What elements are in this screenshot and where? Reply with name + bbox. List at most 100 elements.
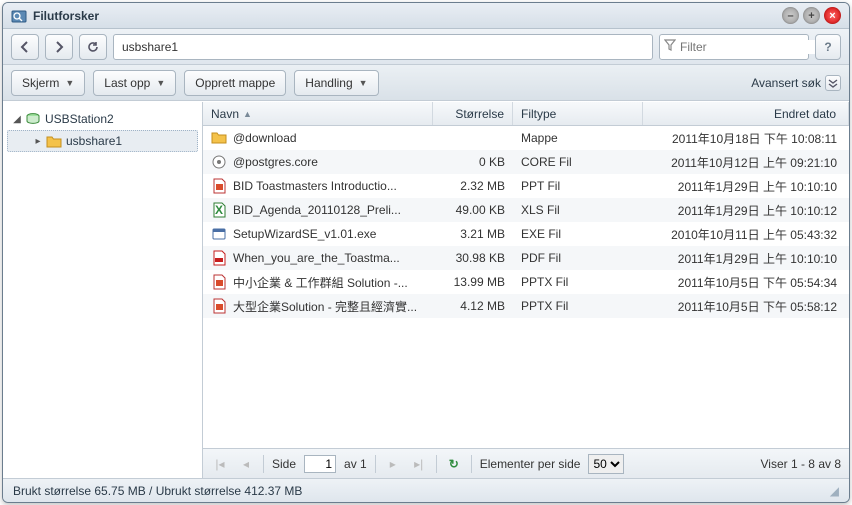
column-name[interactable]: Navn▲ <box>203 102 433 125</box>
pptx-icon <box>211 298 227 314</box>
collapse-icon[interactable]: ◢ <box>11 114 23 125</box>
table-row[interactable]: @postgres.core0 KBCORE Fil2011年10月12日 上午… <box>203 150 849 174</box>
filter-input[interactable] <box>680 40 835 54</box>
cell-date: 2011年1月29日 上午 10:10:10 <box>643 250 849 267</box>
cell-date: 2011年10月12日 上午 09:21:10 <box>643 154 849 171</box>
maximize-button[interactable]: + <box>803 7 820 24</box>
table-row[interactable]: SetupWizardSE_v1.01.exe3.21 MBEXE Fil201… <box>203 222 849 246</box>
pdf-icon <box>211 250 227 266</box>
statusbar: Brukt størrelse 65.75 MB / Ubrukt større… <box>3 478 849 502</box>
next-page-button[interactable]: ▸ <box>384 455 402 473</box>
prev-page-button[interactable]: ◂ <box>237 455 255 473</box>
file-list-panel: Navn▲ Størrelse Filtype Endret dato @dow… <box>203 102 849 478</box>
table-row[interactable]: BID Toastmasters Introductio...2.32 MBPP… <box>203 174 849 198</box>
folder-tree: ◢ USBStation2 ▸ usbshare1 <box>3 102 203 478</box>
first-page-button[interactable]: |◂ <box>211 455 229 473</box>
cell-size: 13.99 MB <box>433 275 513 289</box>
forward-button[interactable] <box>45 34 73 60</box>
filter-icon <box>664 39 680 54</box>
cell-date: 2011年1月29日 上午 10:10:12 <box>643 202 849 219</box>
pager: |◂ ◂ Side av 1 ▸ ▸| ↻ Elementer per side… <box>203 448 849 478</box>
caret-icon: ▼ <box>65 78 74 88</box>
titlebar: Filutforsker – + × <box>3 3 849 29</box>
tree-child-label: usbshare1 <box>66 134 122 148</box>
page-label: Side <box>272 457 296 471</box>
tree-root-label: USBStation2 <box>45 112 114 126</box>
ppt-icon <box>211 178 227 194</box>
cell-type: XLS Fil <box>513 203 643 217</box>
cell-type: PPTX Fil <box>513 299 643 313</box>
per-page-label: Elementer per side <box>480 457 581 471</box>
cell-size: 49.00 KB <box>433 203 513 217</box>
window-title: Filutforsker <box>33 9 778 23</box>
table-row[interactable]: X BID_Agenda_20110128_Preli... 49.00 KBXLS… <box>203 198 849 222</box>
path-input[interactable] <box>113 34 653 60</box>
cell-type: EXE Fil <box>513 227 643 241</box>
file-name: SetupWizardSE_v1.01.exe <box>233 227 376 241</box>
caret-icon: ▼ <box>156 78 165 88</box>
status-text: Brukt størrelse 65.75 MB / Ubrukt større… <box>13 484 302 498</box>
navbar: ? <box>3 29 849 65</box>
cell-date: 2011年10月5日 下午 05:54:34 <box>643 274 849 291</box>
resize-handle-icon[interactable]: ◢ <box>830 484 839 498</box>
table-row[interactable]: @download Mappe2011年10月18日 下午 10:08:11 <box>203 126 849 150</box>
last-page-button[interactable]: ▸| <box>410 455 428 473</box>
cell-type: CORE Fil <box>513 155 643 169</box>
folder-icon <box>211 130 227 146</box>
table-row[interactable]: 大型企業Solution - 完整且經濟實... 4.12 MBPPTX Fil2… <box>203 294 849 318</box>
upload-label: Last opp <box>104 76 150 90</box>
tree-child-selected[interactable]: ▸ usbshare1 <box>7 130 198 152</box>
folder-icon <box>46 134 62 148</box>
toolbar: Skjerm ▼ Last opp ▼ Opprett mappe Handling… <box>3 65 849 101</box>
cell-size: 2.32 MB <box>433 179 513 193</box>
file-name: BID_Agenda_20110128_Preli... <box>233 203 401 217</box>
per-page-select[interactable]: 50 <box>588 454 624 474</box>
upload-button[interactable]: Last opp ▼ <box>93 70 176 96</box>
cell-type: PPT Fil <box>513 179 643 193</box>
cell-name: X BID_Agenda_20110128_Preli... <box>203 202 433 218</box>
cell-name: When_you_are_the_Toastma... <box>203 250 433 266</box>
advanced-search-toggle[interactable]: Avansert søk <box>751 75 841 91</box>
table-row[interactable]: 中小企業 & 工作群組 Solution -...13.99 MBPPTX Fi… <box>203 270 849 294</box>
column-type[interactable]: Filtype <box>513 102 643 125</box>
column-size[interactable]: Størrelse <box>433 102 513 125</box>
device-icon <box>25 112 41 126</box>
refresh-list-button[interactable]: ↻ <box>445 455 463 473</box>
cell-type: PDF Fil <box>513 251 643 265</box>
page-input[interactable] <box>304 455 336 473</box>
create-folder-label: Opprett mappe <box>195 76 275 90</box>
filter-field[interactable] <box>659 34 809 60</box>
svg-text:X: X <box>215 203 223 217</box>
tree-root[interactable]: ◢ USBStation2 <box>7 108 198 130</box>
cell-name: 中小企業 & 工作群組 Solution -... <box>203 274 433 291</box>
file-name: @download <box>233 131 297 145</box>
back-button[interactable] <box>11 34 39 60</box>
table-row[interactable]: When_you_are_the_Toastma... 30.98 KBPDF F… <box>203 246 849 270</box>
screen-button[interactable]: Skjerm ▼ <box>11 70 85 96</box>
file-name: 中小企業 & 工作群組 Solution -... <box>233 274 408 291</box>
cell-type: Mappe <box>513 131 643 145</box>
cell-date: 2011年10月5日 下午 05:58:12 <box>643 298 849 315</box>
create-folder-button[interactable]: Opprett mappe <box>184 70 286 96</box>
cell-size: 30.98 KB <box>433 251 513 265</box>
file-name: @postgres.core <box>233 155 318 169</box>
close-button[interactable]: × <box>824 7 841 24</box>
help-button[interactable]: ? <box>815 34 841 60</box>
minimize-button[interactable]: – <box>782 7 799 24</box>
file-name: When_you_are_the_Toastma... <box>233 251 400 265</box>
refresh-button[interactable] <box>79 34 107 60</box>
cell-date: 2011年10月18日 下午 10:08:11 <box>643 130 849 147</box>
file-explorer-window: Filutforsker – + × ? Skjerm ▼ Last opp ▼ O… <box>2 2 850 503</box>
sort-asc-icon: ▲ <box>243 109 252 119</box>
action-button[interactable]: Handling▼ <box>294 70 378 96</box>
column-date[interactable]: Endret dato <box>643 102 849 125</box>
pptx-icon <box>211 274 227 290</box>
cell-name: SetupWizardSE_v1.01.exe <box>203 226 433 242</box>
app-icon <box>11 8 27 24</box>
cell-size: 4.12 MB <box>433 299 513 313</box>
screen-label: Skjerm <box>22 76 59 90</box>
cell-date: 2010年10月11日 上午 05:43:32 <box>643 226 849 243</box>
expand-icon[interactable]: ▸ <box>32 136 44 147</box>
cell-name: 大型企業Solution - 完整且經濟實... <box>203 298 433 315</box>
file-name: 大型企業Solution - 完整且經濟實... <box>233 298 417 315</box>
